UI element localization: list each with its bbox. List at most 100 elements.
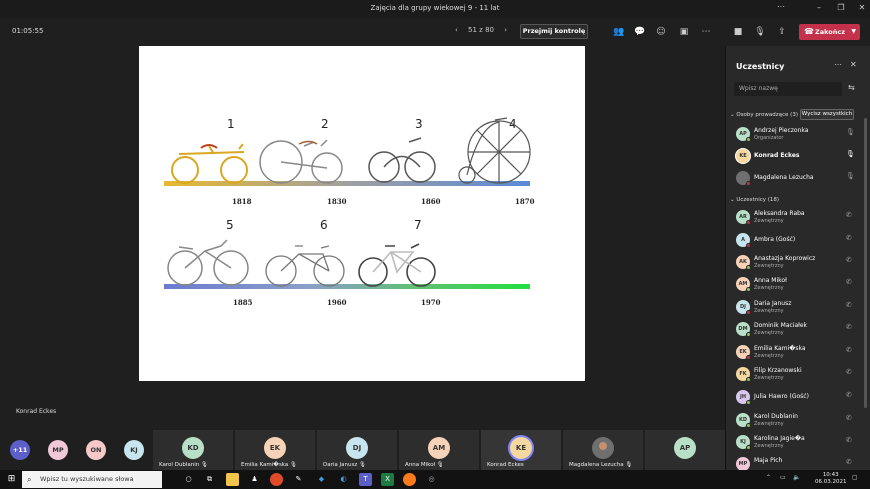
bike-3-image: [368, 137, 436, 183]
video-tile[interactable]: AP: [645, 430, 725, 470]
close-icon[interactable]: ✕: [857, 3, 867, 13]
participant-row[interactable]: JH Julia Hawro (Gość) ✆: [726, 387, 858, 409]
participant-row[interactable]: AM Anna Mikoł Zewnętrzny ✆: [726, 274, 858, 296]
year-label-3: 1860: [421, 197, 441, 206]
participant-role: Zewnętrzny: [754, 218, 784, 224]
camera-icon[interactable]: ■: [731, 25, 745, 39]
firefox-icon[interactable]: [403, 473, 416, 486]
participant-strip: +11 MP ON KJ KD Karol Dublanin 🎙 EK Emil…: [0, 430, 725, 470]
participant-search-input[interactable]: Wpisz nazwę: [734, 82, 842, 96]
tile-name: Karol Dublanin: [159, 462, 200, 468]
video-tile[interactable]: Magdalena Lezucha 🎙: [563, 430, 643, 470]
bike-4-image: [458, 117, 531, 184]
participant-row[interactable]: KJ Karolina Jagie�a Zewnętrzny ✆: [726, 432, 858, 454]
video-tile[interactable]: KD Karol Dublanin 🎙: [153, 430, 233, 470]
participant-row[interactable]: AP Andrzej Pieczonka Organizator 🎙: [726, 124, 858, 146]
notifications-icon[interactable]: ▢: [852, 474, 858, 481]
minimize-icon[interactable]: –: [814, 3, 824, 13]
chat-icon[interactable]: 💬: [633, 25, 647, 39]
tile-name: Daria Janusz: [323, 462, 358, 468]
reactions-icon[interactable]: ☺: [654, 25, 668, 39]
app-icon[interactable]: ♟: [248, 473, 261, 486]
phone-icon: ✆: [846, 436, 852, 444]
chevron-down-icon[interactable]: ▼: [851, 24, 856, 40]
file-explorer-icon[interactable]: [226, 473, 239, 486]
taskbar-search-input[interactable]: ⌕ Wpisz tu wyszukiwane słowa: [22, 471, 162, 488]
bike-5-image: [167, 239, 249, 286]
status-badge: [746, 137, 751, 142]
take-control-button[interactable]: Przejmij kontrolę: [520, 24, 588, 39]
year-label-1: 1818: [232, 197, 252, 206]
next-slide-icon[interactable]: ›: [504, 26, 507, 34]
participant-row[interactable]: DJ Daria Janusz Zewnętrzny ✆: [726, 297, 858, 319]
avatar[interactable]: KJ: [124, 440, 144, 460]
edge-icon[interactable]: ◐: [337, 473, 350, 486]
teams-icon[interactable]: T: [359, 473, 372, 486]
participant-row[interactable]: DM Dominik Maciałek Zewnętrzny ✆: [726, 319, 858, 341]
clock-date: 06.03.2021: [815, 479, 847, 485]
more-options-icon[interactable]: ⋯: [834, 60, 842, 69]
avatar[interactable]: MP: [48, 440, 68, 460]
avatar[interactable]: ON: [86, 440, 106, 460]
participant-role: Zewnętrzny: [754, 375, 784, 381]
close-panel-icon[interactable]: ✕: [850, 60, 857, 69]
attendees-section-header[interactable]: ⌄ Uczestnicy (18): [730, 197, 779, 203]
chrome-icon[interactable]: [270, 473, 283, 486]
prev-slide-icon[interactable]: ‹: [455, 26, 458, 34]
mute-all-button[interactable]: Wycisz wszystkich: [800, 109, 854, 120]
year-label-6: 1960: [327, 298, 347, 307]
breakout-rooms-icon[interactable]: ▣: [677, 25, 691, 39]
participant-row[interactable]: KE Konrad Eckes 🎙: [726, 146, 858, 168]
participant-row[interactable]: KD Karol Dublanin Zewnętrzny ✆: [726, 410, 858, 432]
vscode-icon[interactable]: ◆: [315, 473, 328, 486]
status-badge: [746, 423, 751, 428]
slide-counter: 51 z 80: [468, 26, 494, 34]
app-icon[interactable]: ◎: [425, 473, 438, 486]
bike-6-image: [265, 245, 345, 287]
participant-role: Zewnętrzny: [754, 443, 784, 449]
phone-icon: ✆: [846, 234, 852, 242]
mic-off-icon[interactable]: 🎙: [753, 25, 767, 39]
participant-role: Zewnętrzny: [754, 421, 784, 427]
tray-chevron-icon[interactable]: ⌃: [766, 474, 771, 481]
volume-icon[interactable]: 🔈: [793, 474, 800, 481]
participant-name: Konrad Eckes: [754, 152, 800, 159]
participant-row[interactable]: EK Emilia Kami�ska Zewnętrzny ✆: [726, 342, 858, 364]
video-tile[interactable]: AM Anna Mikoł 🎙: [399, 430, 479, 470]
video-tile-active-speaker[interactable]: KE Konrad Eckes: [481, 430, 561, 470]
chevron-down-icon: ⌄: [730, 197, 735, 203]
widgets-icon[interactable]: ⧉: [203, 473, 216, 486]
search-icon: ⌕: [27, 475, 32, 484]
participant-row[interactable]: A Ambra (Gość) ✆: [726, 230, 858, 252]
video-tile[interactable]: DJ Daria Janusz 🎙: [317, 430, 397, 470]
bike-number-6: 6: [320, 218, 328, 232]
presenters-section-header[interactable]: ⌄ Osoby prowadzące (3): [730, 112, 798, 118]
participant-row[interactable]: MP Maja Pich ✆: [726, 454, 858, 470]
windows-start-icon[interactable]: ⊞: [5, 473, 18, 486]
status-badge: [746, 355, 751, 360]
video-tile[interactable]: EK Emilia Kami�ska 🎙: [235, 430, 315, 470]
network-icon[interactable]: ▭: [780, 474, 786, 481]
paint-icon[interactable]: ✎: [292, 473, 305, 486]
participant-row[interactable]: FK Filip Krzanowski Zewnętrzny ✆: [726, 364, 858, 386]
participant-row[interactable]: Magdalena Lezucha 🎙: [726, 168, 858, 190]
taskbar-clock[interactable]: 10:43 06.03.2021: [815, 472, 847, 486]
maximize-icon[interactable]: ❐: [836, 3, 846, 13]
phone-icon: ✆: [846, 256, 852, 264]
excel-icon[interactable]: X: [381, 473, 394, 486]
share-invite-icon[interactable]: ⇆: [848, 83, 855, 92]
participant-name: Filip Krzanowski: [754, 367, 802, 374]
more-icon[interactable]: ⋯: [776, 2, 786, 12]
bike-number-5: 5: [226, 218, 234, 232]
participant-row[interactable]: AK Anastazja Koprowicz Zewnętrzny ✆: [726, 252, 858, 274]
more-participants-button[interactable]: +11: [10, 440, 30, 460]
mic-off-icon: 🎙: [358, 462, 366, 468]
panel-scrollbar[interactable]: [864, 118, 867, 408]
end-meeting-button[interactable]: ☎ Zakończ ▼: [799, 24, 860, 40]
participant-row[interactable]: AR Aleksandra Raba Zewnętrzny ✆: [726, 207, 858, 229]
participants-icon[interactable]: 👥: [612, 25, 626, 39]
status-badge: [746, 377, 751, 382]
more-actions-icon[interactable]: ⋯: [699, 25, 713, 39]
share-icon[interactable]: ⇪: [775, 25, 789, 39]
task-view-icon[interactable]: ○: [182, 473, 195, 486]
